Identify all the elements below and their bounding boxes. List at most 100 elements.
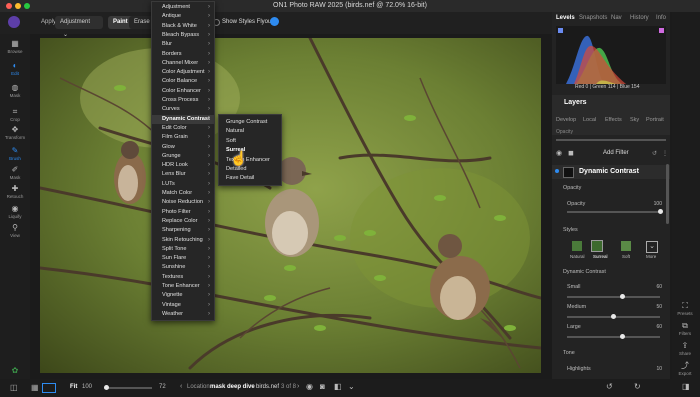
filter-menu-item[interactable]: Sunshine	[162, 264, 185, 270]
liquify-tool-button[interactable]: ◉ Liquify	[0, 205, 30, 220]
adjustment-dropdown[interactable]: Adjustment ⌄	[55, 16, 103, 38]
eye-icon[interactable]: ◉	[556, 149, 562, 157]
zoom-slider-knob[interactable]	[104, 385, 109, 390]
filter-menu-item[interactable]: Color Adjustment	[162, 69, 205, 75]
filter-menu-item[interactable]: Replace Color	[162, 218, 197, 224]
filter-menu-item[interactable]: Sun Flare	[162, 255, 186, 261]
next-image-icon[interactable]: ›	[297, 383, 299, 390]
filter-menu-item[interactable]: Borders	[162, 51, 182, 57]
subtab-local[interactable]: Local	[583, 117, 596, 123]
mask-module-button[interactable]: ◍ Mask	[0, 84, 30, 99]
mask-view-icon[interactable]: ◙	[320, 382, 325, 391]
browse-module-button[interactable]: ▦ Browse	[0, 40, 30, 55]
options-chevron-icon[interactable]: ⌄	[348, 382, 355, 391]
filter-enabled-icon[interactable]	[555, 169, 559, 173]
submenu-item[interactable]: Grunge Contrast	[226, 119, 267, 125]
filters-button[interactable]: ⧉ Filters	[671, 322, 699, 337]
tab-info[interactable]: Info	[656, 15, 666, 21]
filter-menu-item[interactable]: Grunge	[162, 153, 181, 159]
filter-menu-item[interactable]: Textures	[162, 274, 183, 280]
subtab-develop[interactable]: Develop	[556, 117, 576, 123]
crop-tool-button[interactable]: ⌗ Crop	[0, 108, 30, 123]
filter-menu-item[interactable]: Split Tone	[162, 246, 186, 252]
filter-menu-item[interactable]: HDR Look	[162, 162, 188, 168]
filter-menu-item[interactable]: Dynamic Contrast	[162, 116, 210, 122]
add-filter-button[interactable]: Add Filter	[603, 150, 629, 156]
right-panel-toggle-icon[interactable]: ◨	[682, 382, 690, 391]
filter-menu-item[interactable]: Bleach Bypass	[162, 32, 199, 38]
filter-menu-item[interactable]: Glow	[162, 144, 175, 150]
reset-icon[interactable]: ↺	[652, 150, 657, 157]
submenu-item[interactable]: Soft	[226, 138, 236, 144]
medium-slider-knob[interactable]	[611, 314, 616, 319]
filter-menu-item[interactable]: Tone Enhancer	[162, 283, 200, 289]
retouch-tool-button[interactable]: ✚ Retouch	[0, 185, 30, 200]
small-slider[interactable]	[567, 296, 660, 298]
large-slider[interactable]	[567, 336, 660, 338]
filter-menu-item[interactable]: Channel Mixer	[162, 60, 198, 66]
subtab-portrait[interactable]: Portrait	[646, 117, 664, 123]
filter-menu-item[interactable]: Film Grain	[162, 134, 188, 140]
compare-icon[interactable]: ◧	[334, 382, 342, 391]
opacity-slider-knob[interactable]	[657, 209, 663, 214]
panel-toggle-icon[interactable]: ◫	[10, 383, 18, 392]
single-view-icon[interactable]	[42, 383, 56, 393]
subtab-effects[interactable]: Effects	[605, 117, 622, 123]
opacity-slider[interactable]	[567, 211, 660, 213]
more-styles-icon[interactable]: ⌄	[646, 241, 658, 253]
undo-icon[interactable]: ↺	[606, 382, 613, 391]
filter-header[interactable]: Dynamic Contrast	[552, 165, 670, 179]
filter-menu-item[interactable]: Antique	[162, 13, 181, 19]
filter-menu-item[interactable]: Blur	[162, 41, 172, 47]
filter-menu-item[interactable]: Photo Filter	[162, 209, 191, 215]
settings-button[interactable]: ✿	[0, 367, 30, 376]
grid-view-icon[interactable]: ▦	[31, 383, 39, 392]
style-soft-thumb[interactable]	[621, 241, 631, 251]
share-button[interactable]: ⇪ Share	[671, 342, 699, 357]
filter-menu-item[interactable]: Vignette	[162, 292, 182, 298]
tab-nav[interactable]: Nav	[611, 15, 622, 21]
tab-snapshots[interactable]: Snapshots	[579, 15, 607, 21]
zoom-slider[interactable]	[104, 387, 152, 389]
filter-menu-item[interactable]: Vintage	[162, 302, 181, 308]
filter-menu-item[interactable]: LUTs	[162, 181, 175, 187]
filter-options-icon[interactable]: ⋮	[662, 150, 668, 157]
previous-image-icon[interactable]: ‹	[180, 383, 182, 390]
view-tool-button[interactable]: ⚲ View	[0, 224, 30, 239]
filter-menu-item[interactable]: Weather	[162, 311, 183, 317]
fit-button[interactable]: Fit	[70, 384, 77, 390]
submenu-item[interactable]: Natural	[226, 128, 244, 134]
export-button[interactable]: ⤴ Export	[671, 362, 699, 377]
filter-menu-item[interactable]: Adjustment	[162, 4, 190, 10]
filter-menu-item[interactable]: Skin Retouching	[162, 237, 203, 243]
filter-menu-item[interactable]: Curves	[162, 106, 180, 112]
panel-scrollbar[interactable]	[666, 164, 669, 224]
filter-menu-item[interactable]: Edit Color	[162, 125, 187, 131]
large-slider-knob[interactable]	[620, 334, 626, 339]
photo-canvas[interactable]	[40, 38, 541, 373]
filter-menu-item[interactable]: Match Color	[162, 190, 192, 196]
style-natural-thumb[interactable]	[572, 241, 582, 251]
submenu-item[interactable]: Fave Detail	[226, 175, 254, 181]
styles-info-icon[interactable]	[270, 17, 279, 26]
mask-toggle-icon[interactable]: ◼	[568, 149, 574, 157]
mask-tool-button[interactable]: ✐ Mask	[0, 166, 30, 181]
reset-all-icon[interactable]: ↻	[634, 382, 641, 391]
filter-menu-item[interactable]: Sharpening	[162, 227, 191, 233]
subtab-sky[interactable]: Sky	[630, 117, 639, 123]
brush-tool-button[interactable]: ✎ Brush	[0, 147, 30, 162]
close-window-button[interactable]	[6, 3, 12, 9]
transform-tool-button[interactable]: ✥ Transform	[0, 126, 30, 141]
zoom-preset-value[interactable]: 100	[82, 384, 92, 390]
zoom-window-button[interactable]	[24, 3, 30, 9]
edit-module-button[interactable]: ◐ Edit	[0, 62, 30, 77]
style-surreal-thumb[interactable]	[591, 240, 603, 252]
layer-opacity-slider[interactable]	[556, 139, 666, 141]
filter-menu-item[interactable]: Cross Process	[162, 97, 198, 103]
filter-menu-item[interactable]: Noise Reduction	[162, 199, 203, 205]
small-slider-knob[interactable]	[620, 294, 626, 299]
filter-menu-item[interactable]: Lens Blur	[162, 171, 186, 177]
filter-menu-item[interactable]: Color Balance	[162, 78, 197, 84]
minimize-window-button[interactable]	[15, 3, 21, 9]
tab-levels[interactable]: Levels	[556, 15, 575, 21]
